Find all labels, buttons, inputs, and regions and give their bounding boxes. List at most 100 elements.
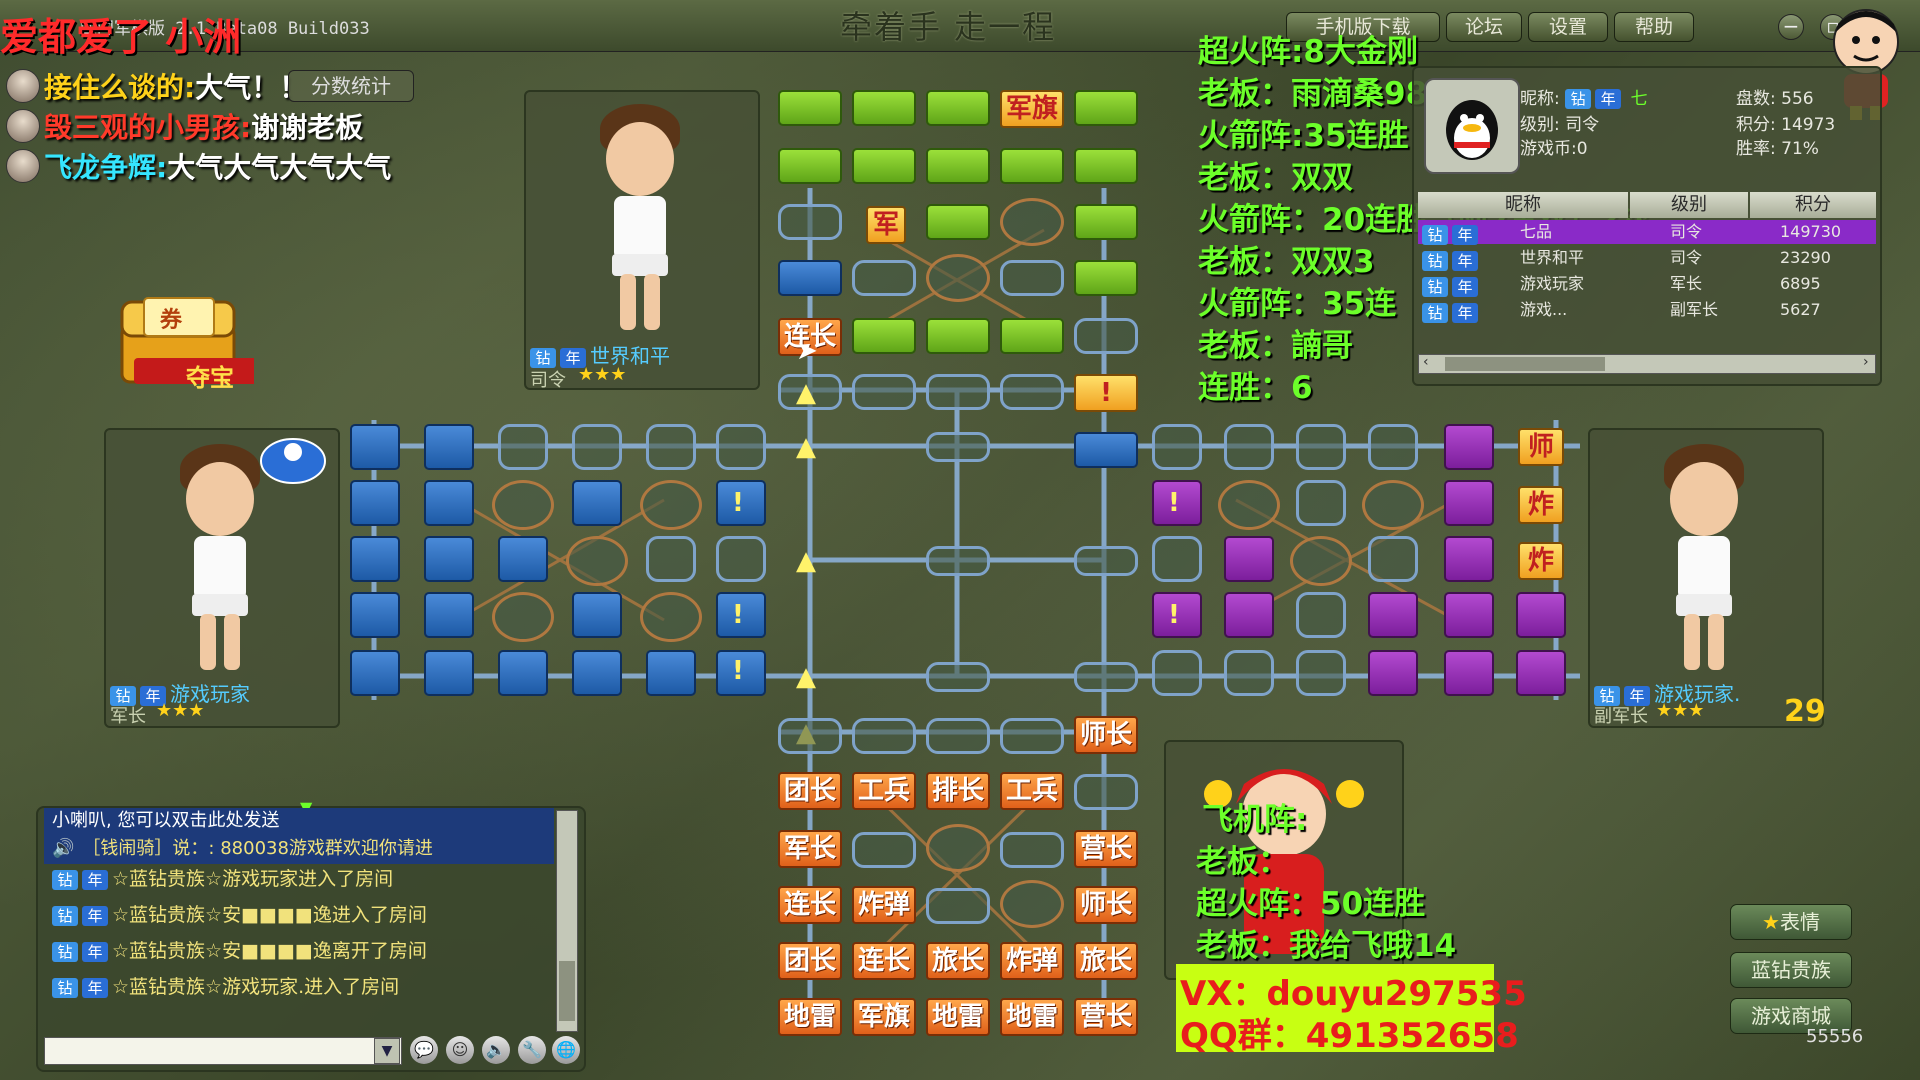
board-cell[interactable] bbox=[926, 374, 990, 410]
board-piece-bomb[interactable]: 炸 bbox=[1518, 542, 1564, 580]
board-cell[interactable] bbox=[1296, 592, 1346, 638]
board-cell[interactable] bbox=[1000, 148, 1064, 184]
blue-diamond-button[interactable]: 蓝钻贵族 bbox=[1730, 952, 1852, 988]
board-cell[interactable] bbox=[424, 480, 474, 526]
board-piece[interactable]: 旅长 bbox=[926, 942, 990, 980]
board-cell[interactable] bbox=[1444, 536, 1494, 582]
board-cell[interactable] bbox=[926, 90, 990, 126]
board-cell[interactable] bbox=[424, 536, 474, 582]
globe-icon[interactable]: 🌐 bbox=[552, 1036, 580, 1064]
board-cell[interactable] bbox=[350, 480, 400, 526]
board-cell[interactable] bbox=[1368, 536, 1418, 582]
board-cell[interactable] bbox=[1152, 424, 1202, 470]
chat-dropdown-icon[interactable]: ▼ bbox=[374, 1038, 400, 1064]
board-cell[interactable] bbox=[1516, 592, 1566, 638]
board-piece[interactable]: 营长 bbox=[1074, 998, 1138, 1036]
board-piece-division[interactable]: 师 bbox=[1518, 428, 1564, 466]
board-cell[interactable] bbox=[1444, 424, 1494, 470]
board-piece-flag[interactable]: 军旗 bbox=[1000, 90, 1064, 128]
board-cell[interactable] bbox=[778, 260, 842, 296]
board-cell[interactable] bbox=[1224, 536, 1274, 582]
board-piece[interactable]: 地雷 bbox=[778, 998, 842, 1036]
board-cell[interactable] bbox=[1444, 650, 1494, 696]
camp-cell[interactable] bbox=[1290, 536, 1352, 586]
col-header-score[interactable]: 积分 bbox=[1750, 192, 1876, 218]
board-cell[interactable] bbox=[572, 592, 622, 638]
system-chat-header[interactable]: 小喇叭, 您可以双击此处发送 bbox=[44, 808, 554, 834]
board-cell[interactable] bbox=[646, 650, 696, 696]
board-cell[interactable] bbox=[498, 650, 548, 696]
camp-cell[interactable] bbox=[640, 480, 702, 530]
board-piece[interactable]: 连长 bbox=[852, 942, 916, 980]
board-piece[interactable]: 师长 bbox=[1074, 886, 1138, 924]
board-piece[interactable]: 师长 bbox=[1074, 716, 1138, 754]
board-piece[interactable]: 工兵 bbox=[852, 772, 916, 810]
board-cell[interactable] bbox=[1516, 650, 1566, 696]
camp-cell[interactable] bbox=[926, 824, 990, 872]
board-cell[interactable] bbox=[1296, 650, 1346, 696]
board-piece[interactable]: 连长 bbox=[778, 886, 842, 924]
board-cell[interactable] bbox=[1000, 260, 1064, 296]
board-cell[interactable] bbox=[350, 536, 400, 582]
scroll-thumb[interactable] bbox=[1445, 357, 1605, 371]
board-cell[interactable] bbox=[778, 718, 842, 754]
board-cell[interactable] bbox=[1368, 592, 1418, 638]
board-cell[interactable] bbox=[1296, 480, 1346, 526]
board-cell[interactable] bbox=[350, 592, 400, 638]
camp-cell[interactable] bbox=[1218, 480, 1280, 530]
scroll-right-icon[interactable]: › bbox=[1863, 354, 1869, 370]
board-cell[interactable] bbox=[1074, 260, 1138, 296]
board-piece[interactable]: 地雷 bbox=[926, 998, 990, 1036]
board-cell[interactable] bbox=[1074, 662, 1138, 692]
board-cell[interactable] bbox=[852, 318, 916, 354]
board-cell[interactable] bbox=[1000, 718, 1064, 754]
board-cell[interactable] bbox=[926, 546, 990, 576]
volume-icon[interactable]: 🔈 bbox=[482, 1036, 510, 1064]
board-cell[interactable] bbox=[572, 424, 622, 470]
board-cell[interactable] bbox=[350, 424, 400, 470]
board-cell[interactable] bbox=[778, 90, 842, 126]
camp-cell[interactable] bbox=[640, 592, 702, 642]
board-cell[interactable] bbox=[1000, 318, 1064, 354]
camp-cell[interactable] bbox=[1000, 198, 1064, 246]
board-cell[interactable] bbox=[852, 148, 916, 184]
board-cell[interactable] bbox=[1074, 148, 1138, 184]
board-cell[interactable] bbox=[716, 424, 766, 470]
table-row[interactable]: 钻年 七品 司令 149730 bbox=[1418, 220, 1876, 245]
board-piece[interactable]: 军长 bbox=[778, 830, 842, 868]
board-cell[interactable] bbox=[926, 662, 990, 692]
board-cell[interactable] bbox=[1074, 774, 1138, 810]
board-cell[interactable] bbox=[926, 318, 990, 354]
col-header-nickname[interactable]: 昵称 bbox=[1418, 192, 1628, 218]
board-cell[interactable] bbox=[852, 90, 916, 126]
chat-vertical-scrollbar[interactable] bbox=[556, 810, 578, 1032]
camp-cell[interactable] bbox=[926, 254, 990, 302]
board-cell[interactable] bbox=[424, 592, 474, 638]
board-piece[interactable]: 地雷 bbox=[1000, 998, 1064, 1036]
chat-bubble-icon[interactable]: 💬 bbox=[410, 1036, 438, 1064]
board-cell[interactable] bbox=[1074, 318, 1138, 354]
board-cell[interactable] bbox=[852, 832, 916, 868]
scroll-thumb[interactable] bbox=[559, 961, 575, 1021]
board-cell[interactable] bbox=[1000, 374, 1064, 410]
board-cell[interactable] bbox=[1368, 424, 1418, 470]
board-cell[interactable] bbox=[1152, 650, 1202, 696]
table-row[interactable]: 钻年 世界和平 司令 23290 bbox=[1418, 246, 1876, 271]
emote-button[interactable]: ★表情 bbox=[1730, 904, 1852, 940]
board-cell[interactable] bbox=[498, 424, 548, 470]
chat-input[interactable] bbox=[44, 1037, 402, 1065]
board-piece-commander[interactable]: 军 bbox=[866, 206, 906, 244]
board-cell[interactable] bbox=[1074, 432, 1138, 468]
board-cell[interactable] bbox=[926, 204, 990, 240]
board-piece[interactable]: 炸弹 bbox=[1000, 942, 1064, 980]
camp-cell[interactable] bbox=[566, 536, 628, 586]
table-row[interactable]: 钻年 游戏玩家 军长 6895 bbox=[1418, 272, 1876, 297]
board-cell[interactable] bbox=[350, 650, 400, 696]
board-cell[interactable] bbox=[852, 374, 916, 410]
board-cell[interactable] bbox=[1368, 650, 1418, 696]
emoji-icon[interactable]: ☺ bbox=[446, 1036, 474, 1064]
scroll-left-icon[interactable]: ‹ bbox=[1423, 354, 1429, 370]
board-cell[interactable] bbox=[926, 148, 990, 184]
board-piece[interactable]: 旅长 bbox=[1074, 942, 1138, 980]
board-piece[interactable]: 工兵 bbox=[1000, 772, 1064, 810]
